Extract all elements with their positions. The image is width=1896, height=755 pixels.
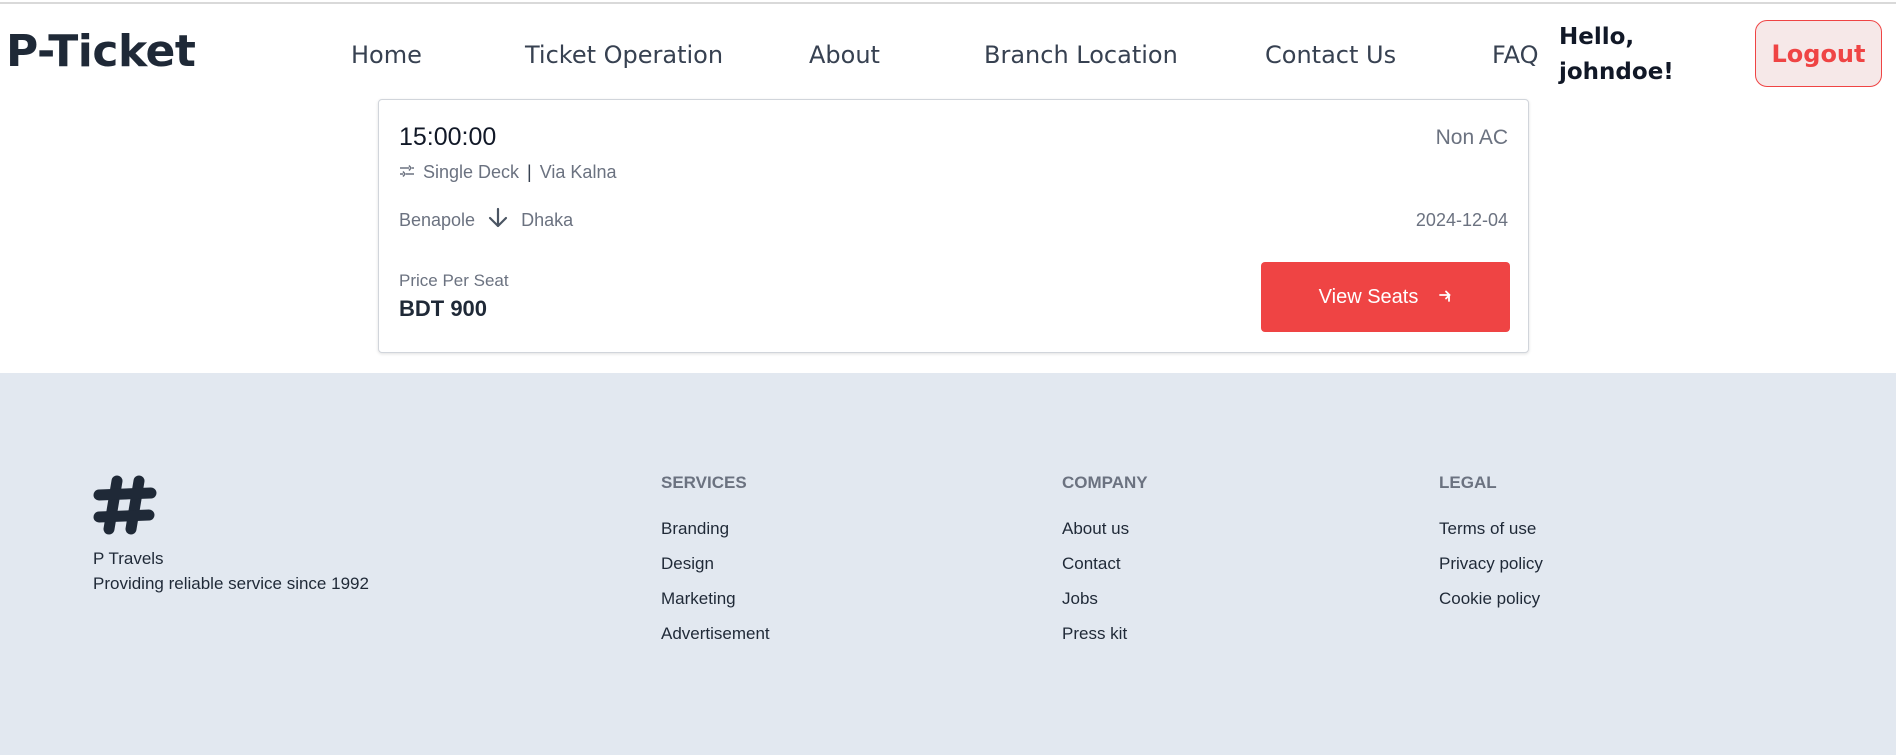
logout-button[interactable]: Logout xyxy=(1755,20,1882,87)
ac-type-badge: Non AC xyxy=(1435,126,1508,149)
nav-ticket-operation[interactable]: Ticket Operation xyxy=(525,38,723,72)
trip-date: 2024-12-04 xyxy=(1415,210,1508,230)
departure-time: 15:00:00 xyxy=(399,123,497,151)
trip-card: 15:00:00 Non AC Single Deck | Via Kalna … xyxy=(378,99,1529,353)
footer-brand: P Travels Providing reliable service sin… xyxy=(93,473,369,596)
footer-link-about-us[interactable]: About us xyxy=(1062,511,1148,546)
footer-link-design[interactable]: Design xyxy=(661,546,770,581)
footer-link-marketing[interactable]: Marketing xyxy=(661,581,770,616)
header: P-Ticket Home Ticket Operation About Bra… xyxy=(0,4,1896,96)
meta-separator: | xyxy=(527,162,532,182)
deck-type: Single Deck xyxy=(423,162,520,182)
nav-about[interactable]: About xyxy=(809,38,880,72)
brand-name: P Travels xyxy=(93,549,164,568)
destination-city: Dhaka xyxy=(521,210,574,230)
footer-col-company: COMPANY About us Contact Jobs Press kit xyxy=(1062,473,1148,651)
view-seats-button[interactable]: View Seats xyxy=(1261,262,1510,332)
greeting-line-1: Hello, xyxy=(1559,24,1635,50)
nav-branch-location[interactable]: Branch Location xyxy=(984,38,1178,72)
footer-link-press-kit[interactable]: Press kit xyxy=(1062,616,1148,651)
nav-home[interactable]: Home xyxy=(351,38,422,72)
origin-city: Benapole xyxy=(399,210,476,230)
user-greeting: Hello, johndoe! xyxy=(1559,20,1679,90)
site-logo[interactable]: P-Ticket xyxy=(6,26,196,78)
view-seats-label: View Seats xyxy=(1318,285,1419,308)
footer-link-privacy[interactable]: Privacy policy xyxy=(1439,546,1543,581)
footer-col-legal: LEGAL Terms of use Privacy policy Cookie… xyxy=(1439,473,1543,616)
footer-link-advertisement[interactable]: Advertisement xyxy=(661,616,770,651)
footer-link-branding[interactable]: Branding xyxy=(661,511,770,546)
nav-contact-us[interactable]: Contact Us xyxy=(1265,38,1396,72)
via-route: Via Kalna xyxy=(539,162,617,182)
footer-heading-services: SERVICES xyxy=(661,473,747,492)
nav-faq[interactable]: FAQ xyxy=(1492,38,1539,72)
sliders-icon xyxy=(399,162,415,183)
brand-tagline: Providing reliable service since 1992 xyxy=(93,574,369,593)
greeting-username: johndoe! xyxy=(1559,59,1674,85)
footer-link-terms[interactable]: Terms of use xyxy=(1439,511,1543,546)
trip-meta: Single Deck | Via Kalna xyxy=(399,162,616,183)
hashtag-logo-icon xyxy=(93,473,369,542)
footer-heading-company: COMPANY xyxy=(1062,473,1148,492)
site-footer: P Travels Providing reliable service sin… xyxy=(0,373,1896,755)
footer-heading-legal: LEGAL xyxy=(1439,473,1497,492)
arrow-right-icon xyxy=(1438,286,1452,309)
footer-link-contact[interactable]: Contact xyxy=(1062,546,1148,581)
footer-link-cookie[interactable]: Cookie policy xyxy=(1439,581,1543,616)
trip-route: Benapole Dhaka xyxy=(399,207,573,234)
footer-col-services: SERVICES Branding Design Marketing Adver… xyxy=(661,473,770,651)
arrow-down-icon xyxy=(487,207,509,234)
footer-link-jobs[interactable]: Jobs xyxy=(1062,581,1148,616)
seat-price: BDT 900 xyxy=(399,296,488,321)
price-label: Price Per Seat xyxy=(399,271,509,290)
